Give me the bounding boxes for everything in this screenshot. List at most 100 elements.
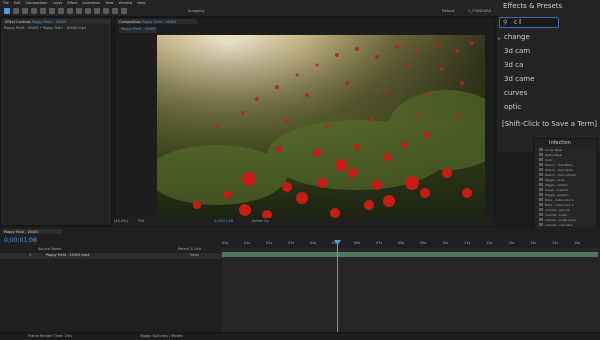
ruler-tick: 09s bbox=[420, 241, 427, 245]
menu-file[interactable]: File bbox=[3, 1, 9, 5]
type-tool-icon[interactable] bbox=[76, 8, 82, 14]
workspace-label[interactable]: Default bbox=[442, 9, 455, 14]
layer-duration-bar[interactable] bbox=[222, 252, 598, 257]
poppy-field-image bbox=[157, 35, 485, 218]
playhead[interactable] bbox=[337, 240, 338, 332]
composition-tab[interactable]: Composition Poppy Field - 16405 bbox=[117, 19, 197, 24]
preset-icon bbox=[539, 183, 543, 186]
preset-icon bbox=[539, 178, 543, 181]
menu-edit[interactable]: Edit bbox=[14, 1, 21, 5]
effect-result-3d-came[interactable]: 3d came bbox=[504, 75, 534, 83]
time-ruler[interactable]: 00s 01s 02s 03s 04s 05s 06s 07s 08s 09s … bbox=[222, 240, 600, 248]
effect-result-optic[interactable]: optic bbox=[504, 103, 521, 111]
menu-animation[interactable]: Animation bbox=[82, 1, 100, 5]
presets-list-panel: Infection Linear Wipe Radial Wipe Color … bbox=[533, 138, 598, 230]
ruler-tick: 07s bbox=[376, 241, 383, 245]
parent-dropdown[interactable]: None bbox=[190, 253, 199, 258]
search-icon: ⚲ bbox=[503, 19, 508, 26]
composition-tab-prefix: Composition bbox=[119, 20, 141, 24]
effect-result-change[interactable]: change bbox=[504, 33, 530, 41]
ruler-tick: 08s bbox=[398, 241, 405, 245]
rotate-tool-icon[interactable] bbox=[31, 8, 37, 14]
preset-icon bbox=[539, 188, 543, 191]
effect-controls-tab[interactable]: Effect Controls Poppy Field - 16405 bbox=[3, 19, 111, 24]
list-item-label: Colorize - cold hard bbox=[545, 223, 573, 227]
ruler-tick: 16s bbox=[574, 241, 581, 245]
layer-index: 1 bbox=[29, 253, 32, 257]
ruler-tick: 06s bbox=[354, 241, 361, 245]
layer-row[interactable]: 1 Poppy Field - 16405.mp4 None bbox=[0, 253, 222, 259]
workspace-name[interactable]: 1_STANDARD bbox=[468, 9, 491, 14]
ruler-tick: 10s bbox=[442, 241, 449, 245]
expand-arrow-icon[interactable]: ▸ bbox=[498, 36, 501, 42]
preset-icon bbox=[539, 158, 543, 161]
timeline-tab[interactable]: Poppy Field - 16405 bbox=[2, 229, 62, 234]
preset-icon bbox=[539, 148, 543, 151]
preset-icon bbox=[539, 198, 543, 201]
ruler-tick: 04s bbox=[310, 241, 317, 245]
menu-help[interactable]: Help bbox=[137, 1, 145, 5]
effect-result-curves[interactable]: curves bbox=[504, 89, 527, 97]
ruler-tick: 15s bbox=[552, 241, 559, 245]
search-value: c bbox=[514, 19, 518, 26]
camera-tool-icon[interactable] bbox=[40, 8, 46, 14]
list-item[interactable]: Colorize - cold hard bbox=[536, 222, 595, 227]
text-cursor-icon: I bbox=[519, 18, 522, 26]
roto-tool-icon[interactable] bbox=[112, 8, 118, 14]
preset-icon bbox=[539, 193, 543, 196]
menu-effect[interactable]: Effect bbox=[67, 1, 77, 5]
shape-tool-icon[interactable] bbox=[58, 8, 64, 14]
preset-icon bbox=[539, 208, 543, 211]
effects-presets-title: Effects & Presets bbox=[503, 2, 563, 10]
brush-tool-icon[interactable] bbox=[85, 8, 91, 14]
effect-controls-breadcrumb: Poppy Field - 16405 • Poppy Field - 1640… bbox=[4, 26, 87, 30]
pan-behind-tool-icon[interactable] bbox=[49, 8, 55, 14]
stamp-tool-icon[interactable] bbox=[94, 8, 100, 14]
preset-icon bbox=[539, 153, 543, 156]
parent-link-header[interactable]: Parent & Link bbox=[178, 247, 201, 252]
ruler-tick: 03s bbox=[288, 241, 295, 245]
viewer-timecode[interactable]: 0;00;01;08 bbox=[214, 219, 233, 224]
hand-tool-icon[interactable] bbox=[13, 8, 19, 14]
preset-icon bbox=[539, 223, 543, 226]
composition-subtab[interactable]: Poppy Field - 16405 bbox=[119, 27, 158, 33]
menu-window[interactable]: Window bbox=[119, 1, 133, 5]
layer-name[interactable]: Poppy Field - 16405.mp4 bbox=[46, 253, 89, 258]
presets-list-title: Infection bbox=[549, 140, 571, 146]
effect-result-3d-cam[interactable]: 3d cam bbox=[504, 47, 530, 55]
selection-tool-icon[interactable] bbox=[4, 8, 10, 14]
save-term-hint: [Shift-Click to Save a Term] bbox=[502, 120, 597, 128]
timeline-timecode[interactable]: 0;00;01;08 bbox=[4, 237, 37, 244]
pen-tool-icon[interactable] bbox=[67, 8, 73, 14]
composition-viewer[interactable] bbox=[157, 35, 485, 218]
source-name-header[interactable]: Source Name bbox=[38, 247, 61, 252]
effect-controls-tab-layer: Poppy Field - 16405 bbox=[31, 20, 67, 24]
menu-composition[interactable]: Composition bbox=[26, 1, 48, 5]
zoom-tool-icon[interactable] bbox=[22, 8, 28, 14]
zoom-dropdown[interactable]: (44.4%) bbox=[114, 219, 128, 224]
puppet-tool-icon[interactable] bbox=[121, 8, 127, 14]
active-camera-dropdown[interactable]: Active Ca bbox=[252, 219, 269, 224]
ruler-tick: 13s bbox=[508, 241, 515, 245]
timeline-footer: Frame Render Time: 1ms Toggle Switches /… bbox=[0, 332, 600, 340]
ruler-tick: 01s bbox=[244, 241, 251, 245]
preset-icon bbox=[539, 213, 543, 216]
timeline-track-area[interactable]: 00s 01s 02s 03s 04s 05s 06s 07s 08s 09s … bbox=[222, 240, 600, 332]
snapping-label[interactable]: Snapping bbox=[188, 9, 204, 14]
preset-icon bbox=[539, 203, 543, 206]
resolution-dropdown[interactable]: Full bbox=[138, 219, 144, 224]
effect-controls-tab-label: Effect Controls bbox=[5, 20, 31, 24]
composition-tab-name: Poppy Field - 16405 bbox=[141, 20, 177, 24]
ruler-tick: 12s bbox=[486, 241, 493, 245]
preset-icon bbox=[539, 168, 543, 171]
effect-result-3d-ca[interactable]: 3d ca bbox=[504, 61, 523, 69]
effects-search-input[interactable]: ⚲ c I bbox=[499, 17, 559, 28]
ruler-tick: 02s bbox=[266, 241, 273, 245]
menu-view[interactable]: View bbox=[105, 1, 113, 5]
preset-icon bbox=[539, 163, 543, 166]
ruler-tick: 00s bbox=[222, 241, 229, 245]
menu-layer[interactable]: Layer bbox=[53, 1, 63, 5]
toggle-switches-modes[interactable]: Toggle Switches / Modes bbox=[140, 334, 183, 339]
ruler-tick: 11s bbox=[464, 241, 471, 245]
eraser-tool-icon[interactable] bbox=[103, 8, 109, 14]
